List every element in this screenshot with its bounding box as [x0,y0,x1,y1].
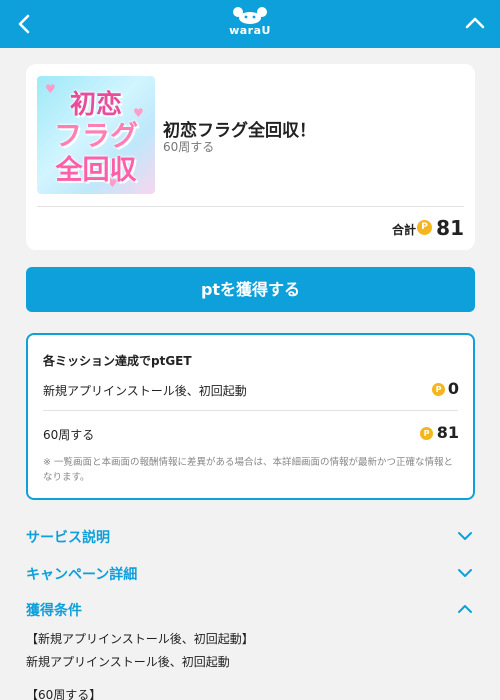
get-points-button[interactable]: ptを獲得する [26,267,475,312]
logo-mark-icon [233,7,267,24]
point-coin-icon: P [417,220,432,235]
chevron-up-icon[interactable] [462,11,488,37]
section-label: サービス説明 [26,530,110,546]
disclaimer-note: ※ 一覧画面と本画面の報酬情報に差異がある場合は、本詳細画面の情報が最新かつ正確… [43,457,453,483]
section-acquisition-conditions[interactable]: 獲得条件 [26,598,475,620]
section-campaign-details[interactable]: キャンペーン詳細 [26,562,475,584]
chevron-left-icon[interactable] [12,11,38,37]
missions-heading: 各ミッション達成でptGET [43,354,192,368]
mission-label: 新規アプリインストール後、初回起動 [43,384,247,398]
waraU-logo: waraU [224,6,276,44]
section-label: 獲得条件 [26,603,82,619]
section-service-description[interactable]: サービス説明 [26,525,475,547]
offer-subtitle: 60周する [163,140,215,154]
point-coin-icon: P [432,383,445,396]
condition-text: 【60周する】 [26,688,102,700]
missions-card: 各ミッション達成でptGET 新規アプリインストール後、初回起動 P 0 60周… [26,333,475,500]
chevron-up-icon [458,605,472,613]
mission-points-value: 81 [436,423,459,442]
total-points-value: 81 [436,216,464,240]
condition-text: 新規アプリインストール後、初回起動 [26,655,230,669]
point-coin-icon: P [420,427,433,440]
mission-points-value: 0 [447,379,459,398]
chevron-down-icon [458,569,472,577]
offer-thumbnail[interactable]: ♥ ♥ ♥ 初恋 フラグ 全回収 [37,76,155,194]
thumbnail-line-3: 全回収 [55,155,137,186]
logo-text: waraU [229,24,271,37]
section-label: キャンペーン詳細 [26,567,138,583]
divider [37,206,464,207]
chevron-down-icon [458,532,472,540]
offer-card: ♥ ♥ ♥ 初恋 フラグ 全回収 初恋フラグ全回収！ 60周する 合計 P 81 [26,64,475,250]
divider [43,410,458,411]
app-header: waraU [0,0,500,48]
mission-label: 60周する [43,428,95,442]
condition-text: 【新規アプリインストール後、初回起動】 [26,632,254,646]
total-label: 合計 [391,223,416,237]
